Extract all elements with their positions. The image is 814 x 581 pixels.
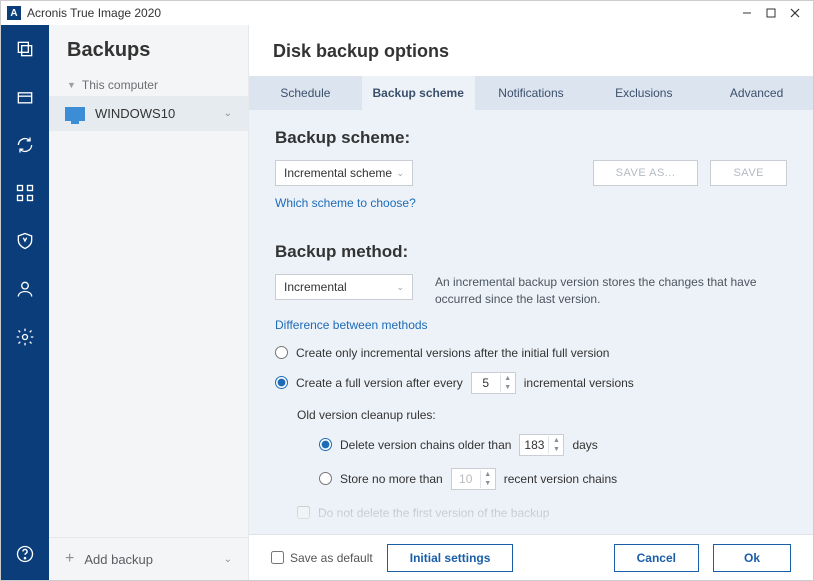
radio-delete-older[interactable] bbox=[319, 438, 332, 451]
save-default-label: Save as default bbox=[290, 551, 373, 565]
ok-button[interactable]: Ok bbox=[713, 544, 791, 572]
tab-schedule[interactable]: Schedule bbox=[249, 76, 362, 110]
nav-help-icon[interactable] bbox=[13, 542, 37, 566]
side-heading: Backups bbox=[49, 25, 248, 74]
page-title: Disk backup options bbox=[249, 25, 813, 76]
app-window: A Acronis True Image 2020 bbox=[0, 0, 814, 581]
minimize-button[interactable] bbox=[735, 3, 759, 23]
chevron-down-icon[interactable]: ▼ bbox=[549, 445, 563, 454]
save-as-button[interactable]: SAVE AS... bbox=[593, 160, 699, 186]
chevron-down-icon[interactable]: ▼ bbox=[501, 383, 515, 392]
nav-settings-icon[interactable] bbox=[13, 325, 37, 349]
days-value: 183 bbox=[520, 435, 548, 455]
nav-protection-icon[interactable] bbox=[13, 229, 37, 253]
save-scheme-button[interactable]: SAVE bbox=[710, 160, 787, 186]
scheme-heading: Backup scheme: bbox=[275, 128, 787, 148]
tabs: Schedule Backup scheme Notifications Exc… bbox=[249, 76, 813, 110]
full-version-count-stepper[interactable]: 5 ▲▼ bbox=[471, 372, 516, 394]
chevron-down-icon: ⌄ bbox=[396, 282, 404, 293]
method-help-link[interactable]: Difference between methods bbox=[275, 318, 428, 332]
tree-item-label: WINDOWS10 bbox=[95, 106, 175, 121]
nav-account-icon[interactable] bbox=[13, 277, 37, 301]
scheme-select-value: Incremental scheme bbox=[284, 166, 392, 180]
radio-only-incremental[interactable] bbox=[275, 346, 288, 359]
nav-archive-icon[interactable] bbox=[13, 85, 37, 109]
scheme-help-link[interactable]: Which scheme to choose? bbox=[275, 196, 416, 210]
checkbox-keep-first bbox=[297, 506, 310, 519]
radio-store-max[interactable] bbox=[319, 472, 332, 485]
save-default-input[interactable] bbox=[271, 551, 284, 564]
radio-only-incremental-label: Create only incremental versions after t… bbox=[296, 346, 609, 360]
days-stepper[interactable]: 183 ▲▼ bbox=[519, 434, 564, 456]
chevron-up-icon[interactable]: ▲ bbox=[501, 374, 515, 383]
method-select[interactable]: Incremental ⌄ bbox=[275, 274, 413, 300]
main-area: Disk backup options Schedule Backup sche… bbox=[249, 25, 813, 580]
add-backup-label: Add backup bbox=[84, 552, 153, 567]
radio-store-max-suffix: recent version chains bbox=[504, 472, 617, 486]
method-description: An incremental backup version stores the… bbox=[435, 274, 775, 308]
maximize-button[interactable] bbox=[759, 3, 783, 23]
nav-backup-icon[interactable] bbox=[13, 37, 37, 61]
radio-full-after-n-prefix: Create a full version after every bbox=[296, 376, 463, 390]
side-panel: Backups ▼ This computer WINDOWS10 ⌄ + Ad… bbox=[49, 25, 249, 580]
monitor-icon bbox=[65, 107, 85, 121]
nav-sync-icon[interactable] bbox=[13, 133, 37, 157]
cleanup-heading: Old version cleanup rules: bbox=[297, 408, 787, 422]
initial-settings-button[interactable]: Initial settings bbox=[387, 544, 514, 572]
titlebar: A Acronis True Image 2020 bbox=[1, 1, 813, 25]
app-title: Acronis True Image 2020 bbox=[27, 6, 161, 20]
tab-exclusions[interactable]: Exclusions bbox=[587, 76, 700, 110]
tree-item-windows10[interactable]: WINDOWS10 ⌄ bbox=[49, 96, 248, 131]
chevron-up-icon[interactable]: ▲ bbox=[549, 436, 563, 445]
full-version-count-value: 5 bbox=[472, 373, 500, 393]
radio-store-max-prefix: Store no more than bbox=[340, 472, 443, 486]
chevron-down-icon[interactable]: ▼ bbox=[481, 479, 495, 488]
chevron-down-icon: ▼ bbox=[67, 80, 76, 90]
add-backup-button[interactable]: + Add backup ⌄ bbox=[49, 537, 248, 580]
save-default-checkbox[interactable]: Save as default bbox=[271, 551, 373, 565]
close-button[interactable] bbox=[783, 3, 807, 23]
footer: Save as default Initial settings Cancel … bbox=[249, 534, 813, 580]
radio-full-after-n-suffix: incremental versions bbox=[524, 376, 634, 390]
tab-advanced[interactable]: Advanced bbox=[700, 76, 813, 110]
chevron-up-icon[interactable]: ▲ bbox=[481, 470, 495, 479]
radio-delete-older-prefix: Delete version chains older than bbox=[340, 438, 511, 452]
method-select-value: Incremental bbox=[284, 280, 347, 294]
tab-notifications[interactable]: Notifications bbox=[475, 76, 588, 110]
app-logo-icon: A bbox=[7, 6, 21, 20]
chevron-down-icon: ⌄ bbox=[224, 108, 232, 119]
radio-full-after-n[interactable] bbox=[275, 376, 288, 389]
tree-group-this-computer[interactable]: ▼ This computer bbox=[49, 74, 248, 96]
tab-backup-scheme[interactable]: Backup scheme bbox=[362, 76, 475, 110]
tree-group-label: This computer bbox=[82, 78, 158, 92]
radio-delete-older-suffix: days bbox=[572, 438, 597, 452]
chains-stepper[interactable]: 10 ▲▼ bbox=[451, 468, 496, 490]
plus-icon: + bbox=[65, 550, 74, 568]
chevron-down-icon: ⌄ bbox=[396, 168, 404, 179]
nav-tools-icon[interactable] bbox=[13, 181, 37, 205]
cancel-button[interactable]: Cancel bbox=[614, 544, 699, 572]
content-pane: Backup scheme: Incremental scheme ⌄ SAVE… bbox=[249, 110, 813, 534]
method-heading: Backup method: bbox=[275, 242, 787, 262]
chevron-down-icon: ⌄ bbox=[224, 554, 232, 565]
chains-value: 10 bbox=[452, 469, 480, 489]
scheme-select[interactable]: Incremental scheme ⌄ bbox=[275, 160, 413, 186]
nav-rail bbox=[1, 25, 49, 580]
checkbox-keep-first-label: Do not delete the first version of the b… bbox=[318, 506, 549, 520]
